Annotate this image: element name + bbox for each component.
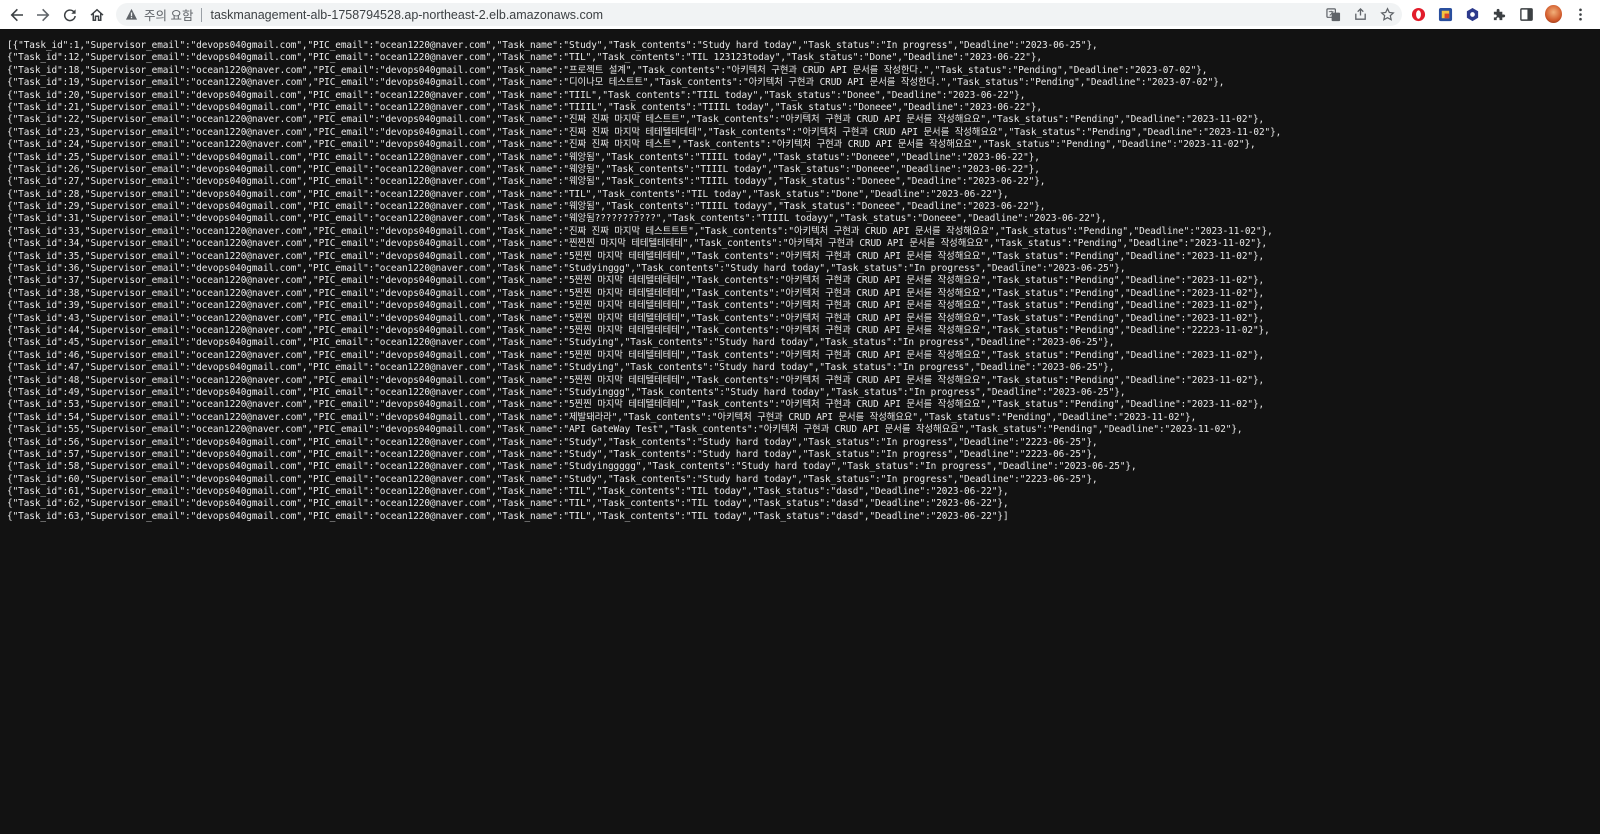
reload-button[interactable] [59,4,81,26]
opera-extension-icon[interactable] [1410,4,1427,24]
share-icon[interactable] [1352,6,1369,23]
browser-toolbar: 주의 요함 taskmanagement-alb-1758794528.ap-n… [0,0,1600,29]
url-text[interactable]: taskmanagement-alb-1758794528.ap-northea… [210,8,603,22]
json-line: [{"Task_id":1,"Supervisor_email":"devops… [7,40,1098,51]
json-line: {"Task_id":45,"Supervisor_email":"devops… [7,337,1115,349]
json-line: {"Task_id":60,"Supervisor_email":"devops… [7,473,1098,485]
json-line: {"Task_id":22,"Supervisor_email":"ocean1… [7,114,1265,126]
omnibox-actions [1325,6,1396,23]
json-line: {"Task_id":56,"Supervisor_email":"devops… [7,436,1098,448]
back-button[interactable] [6,4,28,26]
json-line: {"Task_id":57,"Supervisor_email":"devops… [7,448,1098,460]
json-line: {"Task_id":12,"Supervisor_email":"devops… [7,52,1042,64]
address-bar[interactable]: 주의 요함 taskmanagement-alb-1758794528.ap-n… [116,3,1402,26]
home-button[interactable] [86,4,108,26]
hexagon-extension-icon[interactable] [1464,4,1481,24]
json-line: {"Task_id":19,"Supervisor_email":"ocean1… [7,77,1225,89]
json-line: {"Task_id":23,"Supervisor_email":"ocean1… [7,126,1282,138]
forward-arrow-icon [37,8,50,22]
extensions-puzzle-icon[interactable] [1491,4,1508,24]
json-line: {"Task_id":28,"Supervisor_email":"devops… [7,188,1009,200]
json-line: {"Task_id":63,"Supervisor_email":"devops… [7,510,1009,522]
json-line: {"Task_id":36,"Supervisor_email":"devops… [7,263,1126,275]
json-line: {"Task_id":49,"Supervisor_email":"devops… [7,386,1126,398]
json-line: {"Task_id":37,"Supervisor_email":"ocean1… [7,275,1265,287]
json-line: {"Task_id":20,"Supervisor_email":"devops… [7,89,1026,101]
json-line: {"Task_id":29,"Supervisor_email":"devops… [7,201,1046,213]
profile-avatar[interactable] [1545,4,1562,24]
json-line: {"Task_id":35,"Supervisor_email":"ocean1… [7,250,1265,262]
translate-icon[interactable] [1325,6,1342,23]
avatar-image [1545,5,1562,23]
json-line: {"Task_id":48,"Supervisor_email":"ocean1… [7,374,1265,386]
security-warning-label[interactable]: 주의 요함 [144,5,193,24]
json-line: {"Task_id":47,"Supervisor_email":"devops… [7,362,1115,374]
json-line: {"Task_id":54,"Supervisor_email":"ocean1… [7,411,1197,423]
side-panel-icon[interactable] [1518,4,1535,24]
omnibox-divider [201,7,203,22]
photo-extension-icon[interactable] [1437,4,1454,24]
json-line: {"Task_id":46,"Supervisor_email":"ocean1… [7,349,1265,361]
json-line: {"Task_id":43,"Supervisor_email":"ocean1… [7,312,1265,324]
reload-icon [63,9,76,22]
browser-menu-icon[interactable] [1572,4,1589,24]
json-line: {"Task_id":34,"Supervisor_email":"ocean1… [7,238,1268,250]
json-line: {"Task_id":58,"Supervisor_email":"devops… [7,461,1137,473]
json-line: {"Task_id":61,"Supervisor_email":"devops… [7,486,1009,498]
json-line: {"Task_id":27,"Supervisor_email":"devops… [7,176,1046,188]
json-line: {"Task_id":33,"Supervisor_email":"ocean1… [7,225,1273,237]
json-line: {"Task_id":38,"Supervisor_email":"ocean1… [7,287,1265,299]
back-arrow-icon [10,8,23,22]
bookmark-star-icon[interactable] [1379,6,1396,23]
warning-triangle-icon [125,8,139,22]
json-line: {"Task_id":44,"Supervisor_email":"ocean1… [7,324,1270,336]
json-line: {"Task_id":55,"Supervisor_email":"ocean1… [7,424,1243,436]
json-line: {"Task_id":24,"Supervisor_email":"ocean1… [7,139,1256,151]
json-line: {"Task_id":53,"Supervisor_email":"ocean1… [7,399,1265,411]
home-icon [90,8,104,21]
json-line: {"Task_id":62,"Supervisor_email":"devops… [7,498,1009,510]
forward-button[interactable] [32,4,54,26]
json-line: {"Task_id":39,"Supervisor_email":"ocean1… [7,300,1265,312]
extensions-area [1410,4,1589,24]
json-line: {"Task_id":18,"Supervisor_email":"ocean1… [7,64,1208,76]
json-line: {"Task_id":21,"Supervisor_email":"devops… [7,101,1042,113]
json-line: {"Task_id":31,"Supervisor_email":"devops… [7,213,1107,225]
json-response-body: [{"Task_id":1,"Supervisor_email":"devops… [7,40,1597,523]
json-line: {"Task_id":25,"Supervisor_email":"devops… [7,151,1040,163]
json-line: {"Task_id":26,"Supervisor_email":"devops… [7,163,1040,175]
